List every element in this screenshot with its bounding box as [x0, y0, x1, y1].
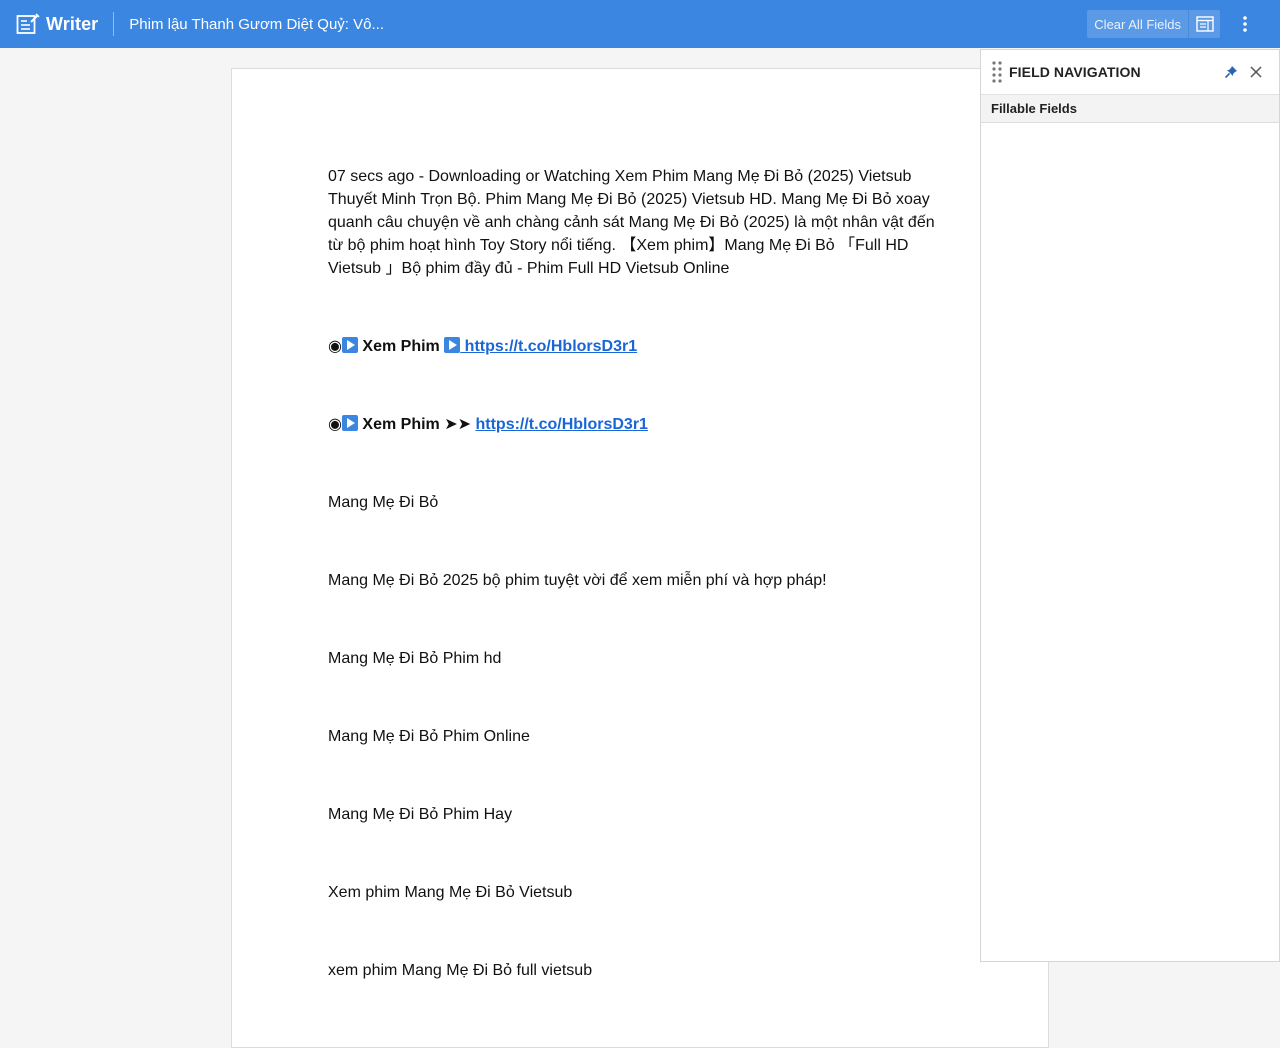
link-line-label: Xem Phim ➤➤: [357, 416, 476, 433]
drag-handle-icon[interactable]: [991, 60, 1003, 84]
vertical-dots-icon: [1243, 16, 1247, 32]
topbar-divider: [113, 12, 115, 36]
field-panel-toggle-button[interactable]: [1188, 10, 1220, 38]
document-page[interactable]: 07 secs ago - Downloading or Watching Xe…: [231, 68, 1049, 1048]
play-button-icon: [341, 415, 358, 431]
writer-doc-icon: [16, 13, 40, 34]
movie-link-1[interactable]: https://t.co/HblorsD3r1: [460, 338, 637, 355]
app-name: Writer: [46, 13, 99, 34]
fillable-fields-section[interactable]: Fillable Fields: [981, 95, 1279, 123]
link-line-2: ◉ Xem Phim ➤➤ https://t.co/HblorsD3r1: [328, 413, 952, 436]
link-line-label: Xem Phim: [357, 338, 445, 355]
intro-paragraph: 07 secs ago - Downloading or Watching Xe…: [328, 168, 935, 277]
topbar-actions: Clear All Fields: [1087, 0, 1280, 48]
app-brand[interactable]: Writer: [16, 13, 98, 35]
link-line-1: ◉ Xem Phim https://t.co/HblorsD3r1: [328, 335, 952, 358]
paragraph-line: Mang Mẹ Đi Bỏ Phim Hay: [328, 806, 513, 823]
paragraph-line: Xem phim Mang Mẹ Đi Bỏ Vietsub: [328, 884, 573, 901]
bullet-glyph: ◉: [328, 416, 342, 433]
panel-header: FIELD NAVIGATION: [981, 50, 1279, 95]
clear-all-fields-button[interactable]: Clear All Fields: [1087, 10, 1188, 38]
play-button-icon: [341, 337, 358, 353]
panel-title: FIELD NAVIGATION: [1009, 64, 1141, 80]
top-bar: Writer Phim lậu Thanh Gươm Diệt Quỷ: Vô.…: [0, 0, 1280, 48]
document-title[interactable]: Phim lậu Thanh Gươm Diệt Quỷ: Vô...: [129, 16, 384, 33]
paragraph-line: xem phim Mang Mẹ Đi Bỏ full vietsub: [328, 962, 593, 979]
field-navigation-panel: FIELD NAVIGATION Fillable Fields: [980, 49, 1280, 962]
paragraph-line: Mang Mẹ Đi Bỏ Phim hd: [328, 650, 502, 667]
movie-link-2[interactable]: https://t.co/HblorsD3r1: [475, 416, 647, 433]
pin-icon[interactable]: [1223, 64, 1239, 80]
play-button-icon: [444, 337, 461, 353]
field-panel-icon: [1195, 16, 1214, 32]
paragraph-line: Mang Mẹ Đi Bỏ Phim Online: [328, 728, 530, 745]
paragraph-line: Mang Mẹ Đi Bỏ 2025 bộ phim tuyệt vời để …: [328, 572, 827, 589]
bullet-glyph: ◉: [328, 338, 342, 355]
more-options-button[interactable]: [1230, 9, 1260, 39]
close-icon[interactable]: [1249, 65, 1263, 79]
paragraph-line: Mang Mẹ Đi Bỏ: [328, 494, 439, 511]
document-content[interactable]: 07 secs ago - Downloading or Watching Xe…: [328, 165, 952, 1037]
